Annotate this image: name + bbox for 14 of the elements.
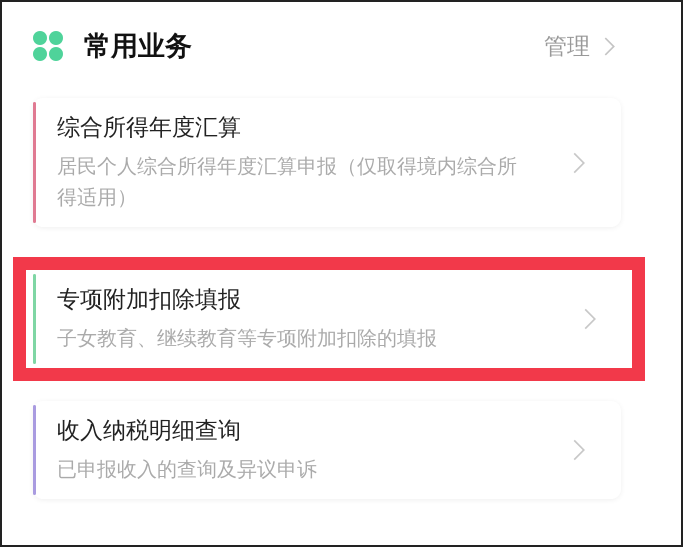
section-title: 常用业务	[84, 30, 192, 64]
card-title: 收入纳税明细查询	[57, 417, 242, 446]
service-card[interactable]: 综合所得年度汇算 居民个人综合所得年度汇算申报（仅取得境内综合所得适用）	[33, 98, 621, 227]
card-title: 专项附加扣除填报	[57, 286, 242, 315]
service-card[interactable]: 收入纳税明细查询 已申报收入的查询及异议申诉	[33, 401, 621, 499]
chevron-right-icon	[573, 439, 585, 461]
chevron-right-icon	[584, 308, 596, 330]
chevron-right-icon	[604, 36, 615, 56]
card-subtitle: 已申报收入的查询及异议申诉	[57, 456, 318, 483]
card-subtitle: 子女教育、继续教育等专项附加扣除的填报	[57, 325, 438, 352]
four-leaf-icon	[32, 30, 64, 62]
chevron-right-icon	[573, 152, 585, 174]
card-subtitle: 居民个人综合所得年度汇算申报（仅取得境内综合所得适用）	[57, 153, 518, 211]
card-title: 综合所得年度汇算	[57, 114, 242, 143]
